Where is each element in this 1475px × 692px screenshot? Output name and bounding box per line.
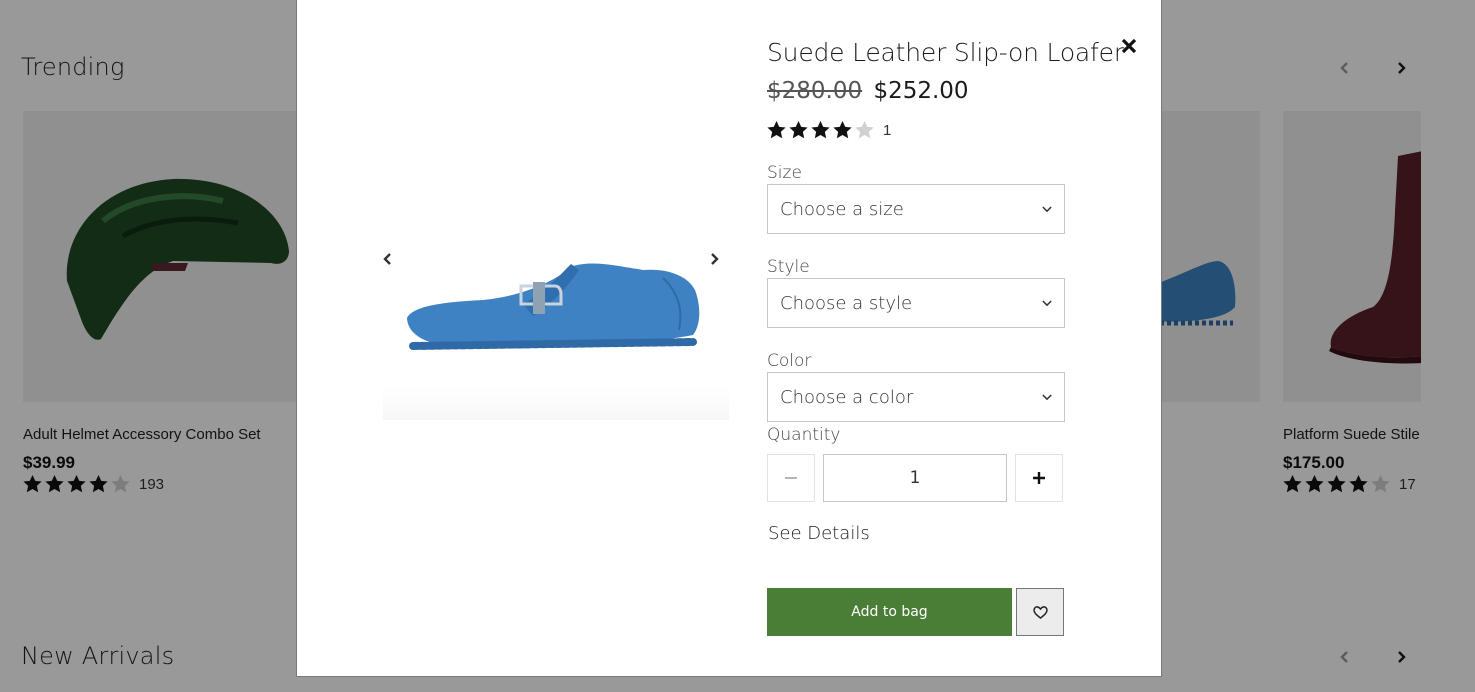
size-select-value: Choose a size [780,198,904,220]
color-label: Color [767,351,812,371]
sale-price: $252.00 [873,78,969,104]
price-row: $280.00 $252.00 [767,78,969,104]
quantity-decrease-button[interactable] [767,454,815,502]
star-icon [833,121,852,139]
original-price: $280.00 [767,78,863,104]
star-icon [767,121,786,139]
product-gallery [383,230,729,420]
minus-icon [785,477,797,479]
add-to-bag-button[interactable]: Add to bag [767,588,1012,636]
star-icon [811,121,830,139]
product-title: Suede Leather Slip-on Loafer [767,38,1124,67]
style-select[interactable]: Choose a style [767,278,1065,328]
product-rating[interactable]: 1 [767,121,891,139]
gallery-next-button[interactable] [703,248,725,270]
chevron-down-icon [1042,294,1052,312]
size-select[interactable]: Choose a size [767,184,1065,234]
gallery-prev-button[interactable] [377,248,399,270]
color-select[interactable]: Choose a color [767,372,1065,422]
loafer-main-image [407,263,700,350]
rating-count: 1 [883,121,892,139]
add-to-wishlist-button[interactable] [1016,588,1064,636]
chevron-down-icon [1042,200,1052,218]
quantity-label: Quantity [767,425,841,445]
chevron-left-icon [383,253,391,265]
star-icon [789,121,808,139]
chevron-right-icon [711,253,719,265]
chevron-down-icon [1042,388,1052,406]
style-label: Style [767,257,810,277]
plus-icon [1033,472,1045,484]
quantity-increase-button[interactable] [1015,454,1063,502]
style-select-value: Choose a style [780,292,913,314]
quick-view-modal: Suede Leather Slip-on Loafer $280.00 $25… [296,0,1162,677]
see-details-link[interactable]: See Details [768,523,870,544]
quantity-input[interactable] [823,454,1007,502]
star-icon [855,121,874,139]
heart-icon [1032,605,1048,619]
gallery-image [383,230,729,420]
size-label: Size [767,163,802,183]
color-select-value: Choose a color [780,386,914,408]
